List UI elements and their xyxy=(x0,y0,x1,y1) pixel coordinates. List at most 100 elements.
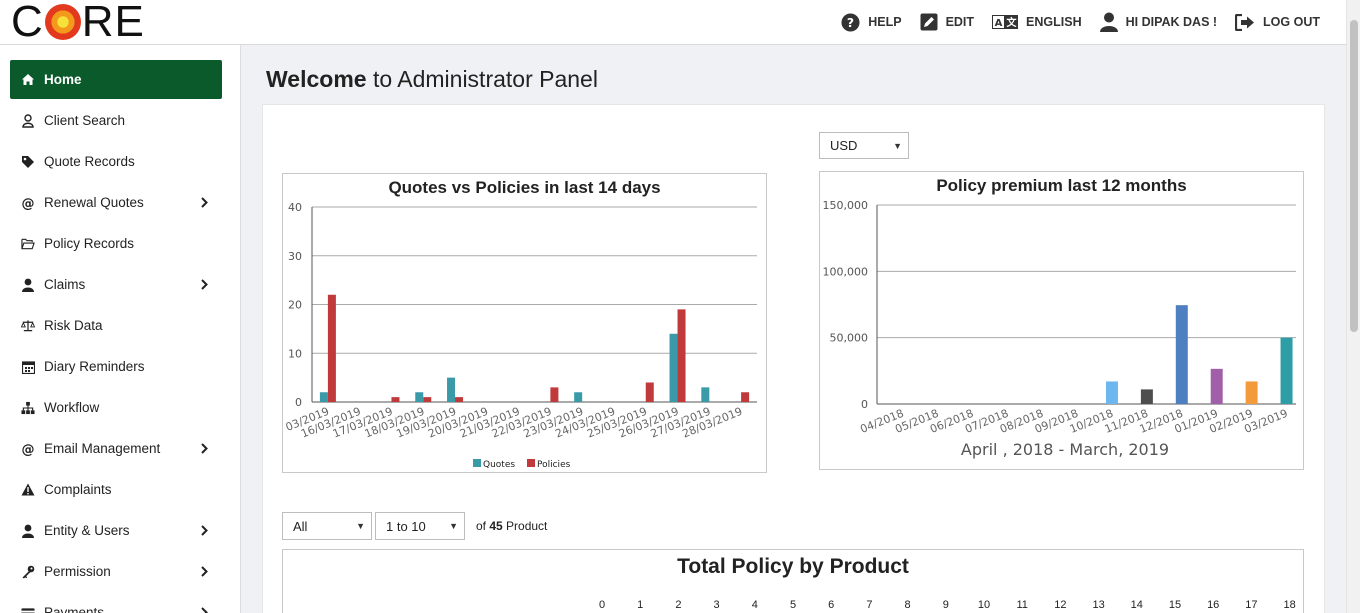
scrollbar-thumb[interactable] xyxy=(1350,20,1358,332)
chevron-right-icon xyxy=(201,565,208,580)
help-link[interactable]: ? HELP xyxy=(841,12,902,32)
warning-icon xyxy=(21,483,35,497)
top-nav: ? HELP EDIT A文 ENGLISH HI DIPAK DAS ! LO… xyxy=(823,0,1320,44)
logout-link[interactable]: LOG OUT xyxy=(1235,13,1320,31)
premium-bar[interactable] xyxy=(1245,381,1258,404)
chevron-down-icon: ▼ xyxy=(893,140,902,151)
sidebar-item-email-management[interactable]: @ Email Management xyxy=(10,429,222,468)
logo-sun-icon xyxy=(44,4,81,40)
svg-text:文: 文 xyxy=(1007,16,1018,29)
premium-bar[interactable] xyxy=(1105,381,1118,404)
range-select-value: 1 to 10 xyxy=(386,518,426,534)
y-tick-label: 100,000 xyxy=(823,265,869,278)
bar-policies[interactable] xyxy=(327,294,336,402)
logo-text-right: RE xyxy=(81,0,145,46)
sidebar-item-label: Permission xyxy=(44,564,111,579)
bar-quotes[interactable] xyxy=(319,392,328,402)
core-logo[interactable]: C RE xyxy=(11,0,145,46)
sidebar-item-permission[interactable]: Permission xyxy=(10,552,222,591)
sidebar-item-renewal-quotes[interactable]: @ Renewal Quotes xyxy=(10,183,222,222)
svg-text:@: @ xyxy=(22,442,35,456)
sidebar-item-workflow[interactable]: Workflow xyxy=(10,388,222,427)
balance-scale-icon xyxy=(21,319,35,333)
logout-label: LOG OUT xyxy=(1263,15,1320,29)
user-menu[interactable]: HI DIPAK DAS ! xyxy=(1099,12,1218,32)
bar-quotes[interactable] xyxy=(574,392,583,402)
premium-bar[interactable] xyxy=(1280,337,1293,404)
bar-policies[interactable] xyxy=(455,397,464,402)
premium-bar[interactable] xyxy=(1210,368,1223,404)
product-axis-tick: 9 xyxy=(942,599,949,611)
product-axis-tick: 8 xyxy=(904,599,911,611)
sidebar-item-label: Claims xyxy=(44,277,86,292)
product-count-label: of 45 Product xyxy=(476,519,547,533)
user-greeting: HI DIPAK DAS ! xyxy=(1125,15,1218,29)
of-suffix: Product xyxy=(502,519,548,533)
bar-policies[interactable] xyxy=(645,382,654,403)
folder-open-icon xyxy=(21,237,35,251)
sidebar-item-quote-records[interactable]: Quote Records xyxy=(10,142,222,181)
product-count: 45 xyxy=(489,519,503,533)
bar-policies[interactable] xyxy=(741,392,750,402)
currency-select[interactable]: USD ▼ xyxy=(819,132,909,159)
bar-quotes[interactable] xyxy=(701,387,710,402)
currency-select-value: USD xyxy=(830,138,858,153)
sidebar-item-label: Workflow xyxy=(44,400,100,415)
product-chart-title: Total Policy by Product xyxy=(677,555,909,578)
product-filter-value: All xyxy=(293,518,308,534)
sidebar-item-policy-records[interactable]: Policy Records xyxy=(10,224,222,263)
product-axis-tick: 5 xyxy=(789,599,797,611)
legend-swatch xyxy=(473,459,481,467)
sidebar-item-entity-users[interactable]: Entity & Users xyxy=(10,511,222,550)
top-bar: C RE ? HELP EDIT A文 ENGLISH HI DIPAK DAS… xyxy=(0,0,1346,45)
bar-quotes[interactable] xyxy=(669,333,678,402)
product-axis-tick: 17 xyxy=(1245,599,1258,611)
legend-swatch xyxy=(527,459,535,467)
sidebar-item-risk-data[interactable]: Risk Data xyxy=(10,306,222,345)
product-filter-select[interactable]: All ▼ xyxy=(282,512,372,540)
page-title: Welcome to Administrator Panel xyxy=(266,66,598,93)
sidebar-item-label: Email Management xyxy=(44,441,161,456)
help-label: HELP xyxy=(868,15,902,29)
sidebar-item-home[interactable]: Home xyxy=(10,60,222,99)
y-tick-label: 150,000 xyxy=(823,199,869,212)
sidebar-item-client-search[interactable]: Client Search xyxy=(10,101,222,140)
edit-link[interactable]: EDIT xyxy=(920,13,974,31)
sidebar-item-label: Policy Records xyxy=(44,236,135,251)
sidebar-item-payments[interactable]: Payments xyxy=(10,593,222,613)
user-icon xyxy=(1099,12,1118,32)
product-axis-tick: 7 xyxy=(866,599,873,611)
quotes-policies-chart: Quotes vs Policies in last 14 days 0 10 20… xyxy=(282,173,767,473)
product-axis-tick: 12 xyxy=(1054,599,1067,611)
product-axis-tick: 6 xyxy=(828,599,835,611)
key-icon xyxy=(21,565,35,579)
bar-quotes[interactable] xyxy=(447,377,456,402)
range-select[interactable]: 1 to 10 ▼ xyxy=(375,512,465,540)
bar-policies[interactable] xyxy=(423,397,432,402)
product-axis-tick: 2 xyxy=(675,599,682,611)
sidebar-item-diary-reminders[interactable]: Diary Reminders xyxy=(10,347,222,386)
question-circle-icon: ? xyxy=(841,12,860,32)
total-policy-product-chart: Total Policy by Product 0 1 2 3 4 5 6 7 8 9 10 11 12… xyxy=(282,549,1304,613)
sidebar-item-claims[interactable]: Claims xyxy=(10,265,222,304)
language-link[interactable]: A文 ENGLISH xyxy=(992,15,1082,29)
sidebar-item-label: Risk Data xyxy=(44,318,103,333)
y-tick-label: 0 xyxy=(295,396,302,409)
premium-bar[interactable] xyxy=(1175,305,1188,404)
premium-bar[interactable] xyxy=(1140,389,1153,404)
bar-policies[interactable] xyxy=(391,397,400,402)
quotes-policies-chart-svg: 01020304003/201916/03/201917/03/201918/0… xyxy=(284,201,757,470)
sidebar-item-complaints[interactable]: Complaints xyxy=(10,470,222,509)
vertical-scrollbar[interactable] xyxy=(1346,0,1360,613)
product-axis-tick: 18 xyxy=(1283,599,1296,611)
x-axis-title: April , 2018 - March, 2019 xyxy=(961,440,1169,459)
policy-premium-chart-svg: 050,000100,000150,00004/201805/201806/20… xyxy=(823,199,1296,459)
bar-quotes[interactable] xyxy=(415,392,424,402)
pencil-square-icon xyxy=(920,13,938,31)
product-axis-ticks: 0 1 2 3 4 5 6 7 8 9 10 11 12 13 14 15 16 17 18 xyxy=(283,599,1303,613)
bar-policies[interactable] xyxy=(550,387,559,402)
svg-text:?: ? xyxy=(847,15,854,29)
bar-policies[interactable] xyxy=(677,309,686,402)
sign-out-icon xyxy=(1235,13,1255,31)
chevron-right-icon xyxy=(201,524,208,539)
